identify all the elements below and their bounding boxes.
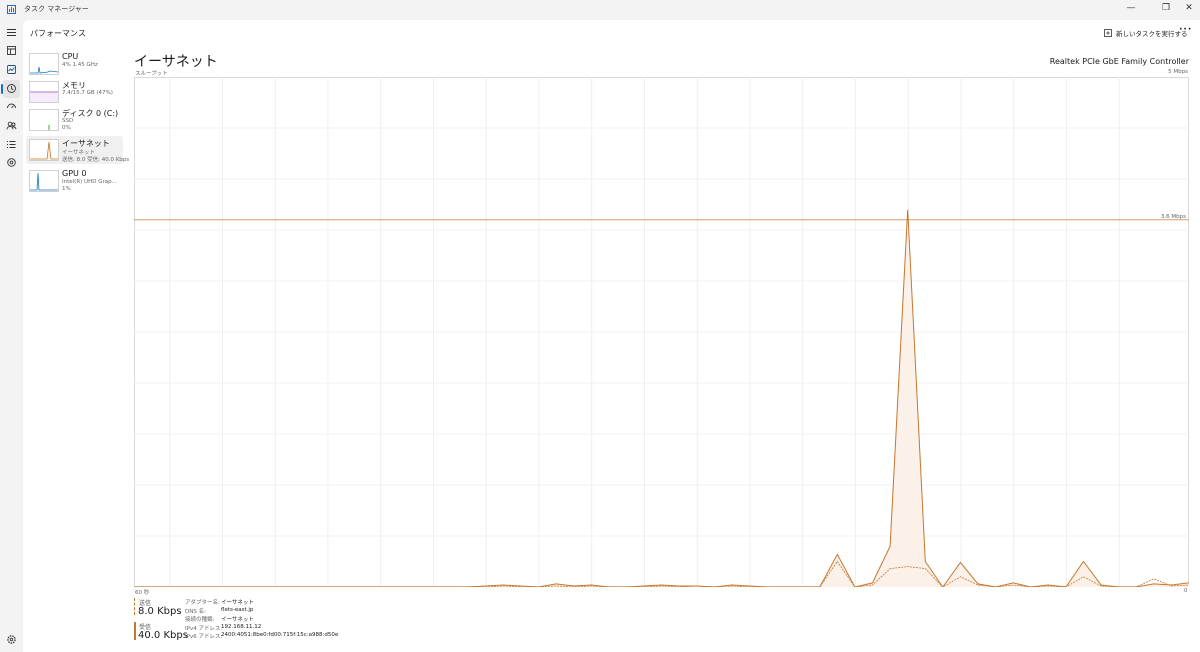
services-icon[interactable] (6, 157, 17, 168)
property-key: DNS 名: (185, 609, 206, 615)
run-new-task-button[interactable]: 新しいタスクを実行する (1104, 26, 1188, 40)
resource-detail: 4% 1.45 GHz (62, 62, 98, 68)
resource-detail: 7.4/15.7 GB (47%) (62, 90, 113, 96)
property-value: 192.168.11.12 (221, 624, 262, 630)
property-key: アダプター名: (185, 600, 220, 606)
startup-apps-icon[interactable] (6, 101, 17, 112)
property-value: イーサネット (221, 600, 254, 606)
resource-detail: SSD (62, 118, 74, 124)
y-zero-label: 0 (1184, 588, 1188, 594)
property-key: IPv4 アドレス: (185, 626, 223, 632)
window-title: タスク マネージャー (24, 5, 89, 13)
send-value: 8.0 Kbps (138, 606, 182, 617)
app-history-icon[interactable] (6, 83, 17, 94)
details-icon[interactable] (6, 139, 17, 150)
settings-icon[interactable] (6, 634, 17, 645)
menu-icon[interactable] (6, 27, 17, 38)
rail-active-indicator (1, 84, 3, 94)
resource-detail-2: 送信: 8.0 受信: 40.0 Kbps (62, 157, 130, 163)
run-task-icon (1104, 29, 1112, 37)
run-task-label: 新しいタスクを実行する (1116, 30, 1188, 38)
ethernet-thumbnail (29, 139, 59, 161)
y-max-label: 5 Mbps (1168, 69, 1188, 75)
navigation-rail (0, 20, 23, 652)
throughput-label: スループット (135, 71, 168, 77)
resource-name: CPU (62, 52, 79, 61)
restore-button[interactable]: ❐ (1156, 1, 1176, 15)
receive-legend-swatch (134, 622, 136, 640)
minimize-button[interactable]: — (1121, 1, 1141, 15)
performance-icon[interactable] (6, 64, 17, 75)
property-value: 2400:4051:8be0:fd00:715f:15c:a988:d50e (221, 632, 339, 638)
resource-detail-2: 0% (62, 125, 71, 131)
resource-name: GPU 0 (62, 169, 87, 178)
receive-value: 40.0 Kbps (138, 630, 188, 641)
content-panel: パフォーマンス 新しいタスクを実行する ··· CPU 4% 1.45 GHz … (23, 20, 1200, 652)
processes-icon[interactable] (6, 45, 17, 56)
title-bar: タスク マネージャー — ❐ ✕ (0, 0, 1200, 20)
property-value: flets-east.jp (221, 607, 254, 613)
x-axis-time-label: 60 秒 (135, 590, 150, 596)
resource-detail-2: 1% (62, 186, 71, 192)
resource-detail: Intel(R) UHD Grap... (62, 179, 117, 185)
resource-item-gpu[interactable]: GPU 0 Intel(R) UHD Grap... 1% (26, 167, 123, 195)
gpu-thumbnail (29, 170, 59, 192)
cpu-thumbnail (29, 53, 59, 75)
resource-item-disk[interactable]: ディスク 0 (C:) SSD 0% (26, 106, 123, 134)
memory-thumbnail (29, 81, 59, 103)
disk-thumbnail (29, 109, 59, 131)
resource-item-ethernet[interactable]: イーサネット イーサネット 送信: 8.0 受信: 40.0 Kbps (26, 136, 129, 164)
send-legend-swatch (134, 598, 136, 615)
adapter-name: Realtek PCIe GbE Family Controller (1049, 57, 1189, 66)
property-key: IPv6 アドレス: (185, 634, 223, 640)
graph-title: イーサネット (134, 54, 218, 70)
throughput-graph: 3.6 Mbps (134, 77, 1189, 587)
property-key: 接続の種類: (185, 617, 215, 623)
task-manager-app-icon (7, 5, 16, 14)
users-icon[interactable] (6, 120, 17, 131)
peak-marker-label: 3.6 Mbps (1161, 214, 1186, 220)
close-button[interactable]: ✕ (1179, 1, 1199, 15)
page-title: パフォーマンス (30, 29, 86, 38)
resource-item-cpu[interactable]: CPU 4% 1.45 GHz (26, 50, 123, 78)
more-options-button[interactable]: ··· (1179, 25, 1192, 35)
resource-item-memory[interactable]: メモリ 7.4/15.7 GB (47%) (26, 78, 123, 106)
property-value: イーサネット (221, 617, 254, 623)
